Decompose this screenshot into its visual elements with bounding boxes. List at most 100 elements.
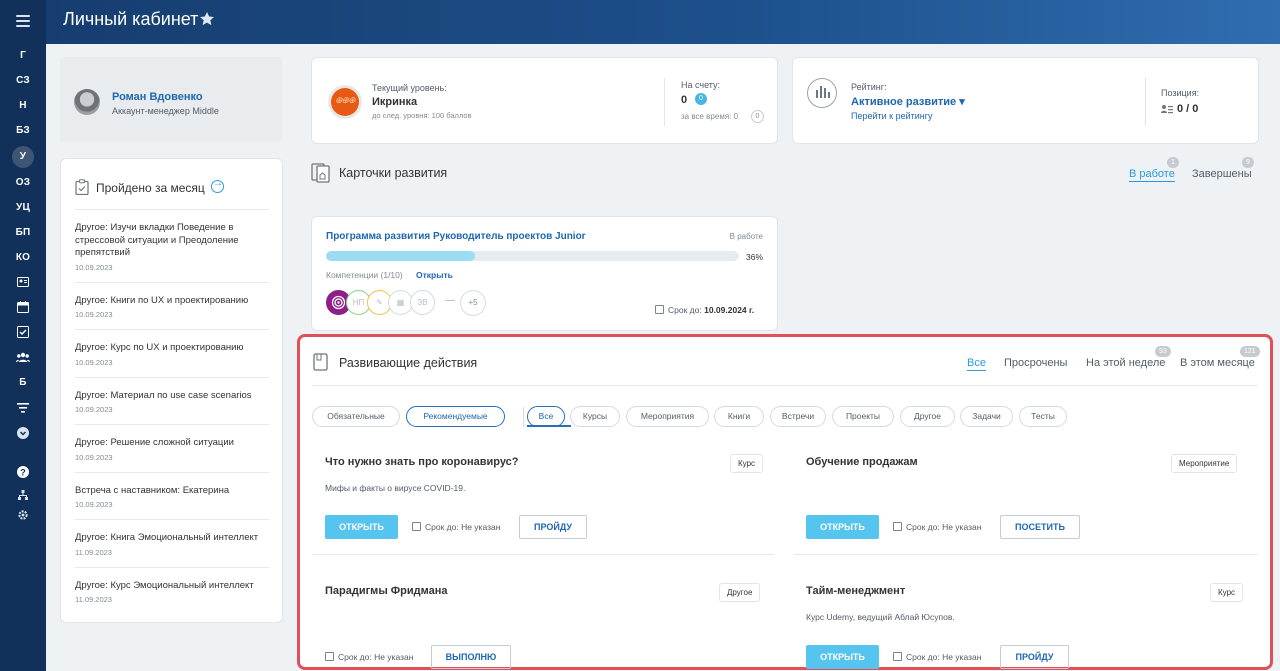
development-program-card[interactable]: Программа развития Руководитель проектов…: [311, 216, 778, 331]
all-time-coin: 0: [751, 110, 764, 123]
help-icon[interactable]: ?: [17, 466, 29, 478]
list-item[interactable]: Другое: Материал по use case scenarios 10…: [75, 376, 269, 425]
item-date: 10.09.2023: [75, 500, 113, 509]
level-next: до след. уровня: 100 баллов: [372, 111, 472, 120]
avatar[interactable]: [74, 89, 100, 115]
rating-bars-icon: [807, 78, 837, 108]
list-item[interactable]: Встреча с наставником: Екатерина 10.09.20…: [75, 471, 269, 520]
list-item[interactable]: Другое: Курс по UX и проектированию 10.09…: [75, 329, 269, 377]
do-button[interactable]: ВЫПОЛНЮ: [431, 645, 511, 669]
complete-button[interactable]: ПРОЙДУ: [519, 515, 587, 539]
tab-this-week[interactable]: На этой неделе: [1086, 357, 1165, 369]
tab-completed[interactable]: Завершены: [1192, 168, 1252, 180]
sitemap-icon[interactable]: [17, 489, 29, 501]
chip-tests[interactable]: Тесты: [1019, 406, 1067, 427]
rail-item-n[interactable]: Н: [0, 100, 46, 111]
chevron-circle-icon[interactable]: [17, 427, 29, 439]
tab-count: 93: [1155, 346, 1171, 357]
chip-mandatory[interactable]: Обязательные: [312, 406, 400, 427]
chip-recommended[interactable]: Рекомендуемые: [406, 406, 505, 427]
item-text: Другое: Материал по use case scenarios: [75, 389, 252, 401]
all-time-label: за все время: 0: [681, 112, 739, 121]
rail-item-bp[interactable]: БП: [0, 227, 46, 238]
chip-all[interactable]: Все: [527, 406, 565, 427]
cards-icon: [311, 163, 330, 183]
more-competencies[interactable]: +5: [460, 290, 486, 316]
chip-events[interactable]: Мероприятия: [626, 406, 709, 427]
program-title[interactable]: Программа развития Руководитель проектов…: [326, 231, 586, 242]
chip-other[interactable]: Другое: [900, 406, 955, 427]
rail-item-g[interactable]: Г: [0, 50, 46, 61]
list-item[interactable]: Другое: Изучи вкладки Поведение в стресс…: [75, 209, 269, 282]
tab-count: 9: [1242, 157, 1254, 168]
list-item[interactable]: Другое: Решение сложной ситуации 10.09.20…: [75, 424, 269, 472]
calendar-icon[interactable]: [17, 301, 29, 313]
rail-item-ko[interactable]: КО: [0, 252, 46, 263]
tab-overdue[interactable]: Просрочены: [1004, 357, 1067, 369]
active-underline: [527, 425, 571, 427]
open-button[interactable]: ОТКРЫТЬ: [806, 515, 879, 539]
rail-item-oz[interactable]: ОЗ: [0, 177, 46, 188]
tab-all[interactable]: Все: [967, 357, 986, 371]
arrow-right-circle-icon[interactable]: [211, 178, 224, 193]
chip-meetings[interactable]: Встречи: [770, 406, 826, 427]
competency-label: ЗВ: [417, 298, 428, 307]
action-due: Срок до: Не указан: [412, 522, 500, 532]
calendar-icon: [325, 652, 334, 661]
rail-item-u[interactable]: У: [0, 146, 46, 168]
competency-zv[interactable]: ЗВ: [410, 290, 435, 315]
rail-item-sz[interactable]: СЗ: [0, 75, 46, 86]
action-tag: Другое: [719, 583, 761, 602]
rail-item-b[interactable]: Б: [0, 377, 46, 388]
visit-button[interactable]: ПОСЕТИТЬ: [1000, 515, 1080, 539]
contact-card-icon[interactable]: [17, 276, 29, 288]
checkbox-icon[interactable]: [17, 326, 29, 338]
chip-tasks[interactable]: Задачи: [960, 406, 1013, 427]
chip-projects[interactable]: Проекты: [832, 406, 894, 427]
rail-item-bz[interactable]: БЗ: [0, 125, 46, 136]
tab-this-month[interactable]: В этом месяце: [1180, 357, 1255, 369]
clipboard-check-icon: [75, 179, 89, 195]
coin-badge: 0: [695, 93, 707, 105]
due-text: Срок до: Не указан: [425, 522, 501, 532]
user-card[interactable]: Роман Вдовенко Аккаунт-менеджер Middle: [60, 57, 282, 142]
users-icon[interactable]: [16, 351, 30, 363]
due-text: Срок до: Не указан: [338, 652, 414, 662]
svg-text:?: ?: [20, 468, 26, 478]
chip-books[interactable]: Книги: [714, 406, 764, 427]
user-name[interactable]: Роман Вдовенко: [112, 91, 203, 103]
list-item[interactable]: Другое: Курс Эмоциональный интеллект 11.0…: [75, 566, 269, 615]
competencies-open-link[interactable]: Открыть: [416, 270, 453, 280]
position-value: 0 / 0: [1177, 103, 1199, 115]
rating-card: Рейтинг: Активное развитие ▾ Перейти к р…: [792, 57, 1259, 144]
action-title[interactable]: Обучение продажам: [806, 456, 918, 468]
progress-bar: [326, 251, 739, 261]
action-title[interactable]: Что нужно знать про коронавирус?: [325, 456, 519, 468]
chip-courses[interactable]: Курсы: [570, 406, 620, 427]
menu-burger-icon[interactable]: [16, 15, 30, 27]
completed-this-month-card: Пройдено за месяц Другое: Изучи вкладки …: [60, 158, 283, 623]
page-title: Личный кабинет: [63, 9, 199, 29]
open-button[interactable]: ОТКРЫТЬ: [325, 515, 398, 539]
action-title[interactable]: Парадигмы Фридмана: [325, 585, 448, 597]
item-text: Другое: Книги по UX и проектированию: [75, 294, 249, 306]
rating-dropdown[interactable]: Активное развитие ▾: [851, 95, 965, 108]
list-item[interactable]: Другое: Книги по UX и проектированию 10.0…: [75, 281, 269, 330]
gear-icon[interactable]: [17, 509, 29, 521]
filter-icon[interactable]: [17, 402, 29, 414]
complete-button[interactable]: ПРОЙДУ: [1000, 645, 1069, 669]
rating-link[interactable]: Перейти к рейтингу: [851, 111, 933, 121]
action-title[interactable]: Тайм-менеджмент: [806, 585, 905, 597]
list-item[interactable]: Другое: Книга Эмоциональный интеллект 11.…: [75, 519, 269, 567]
open-button[interactable]: ОТКРЫТЬ: [806, 645, 879, 669]
action-desc: Курс Udemy, ведущий Аблай Юсупов.: [806, 612, 955, 622]
item-date: 11.09.2023: [75, 547, 112, 557]
due-label: Срок до:: [668, 305, 702, 315]
star-icon[interactable]: [199, 11, 215, 27]
item-text: Другое: Курс по UX и проектированию: [75, 342, 244, 353]
progress-label: 36%: [745, 252, 763, 262]
divider: [664, 78, 665, 126]
rail-item-uc[interactable]: УЦ: [0, 202, 46, 213]
user-role: Аккаунт-менеджер Middle: [112, 106, 219, 116]
tab-in-progress[interactable]: В работе: [1129, 168, 1175, 182]
